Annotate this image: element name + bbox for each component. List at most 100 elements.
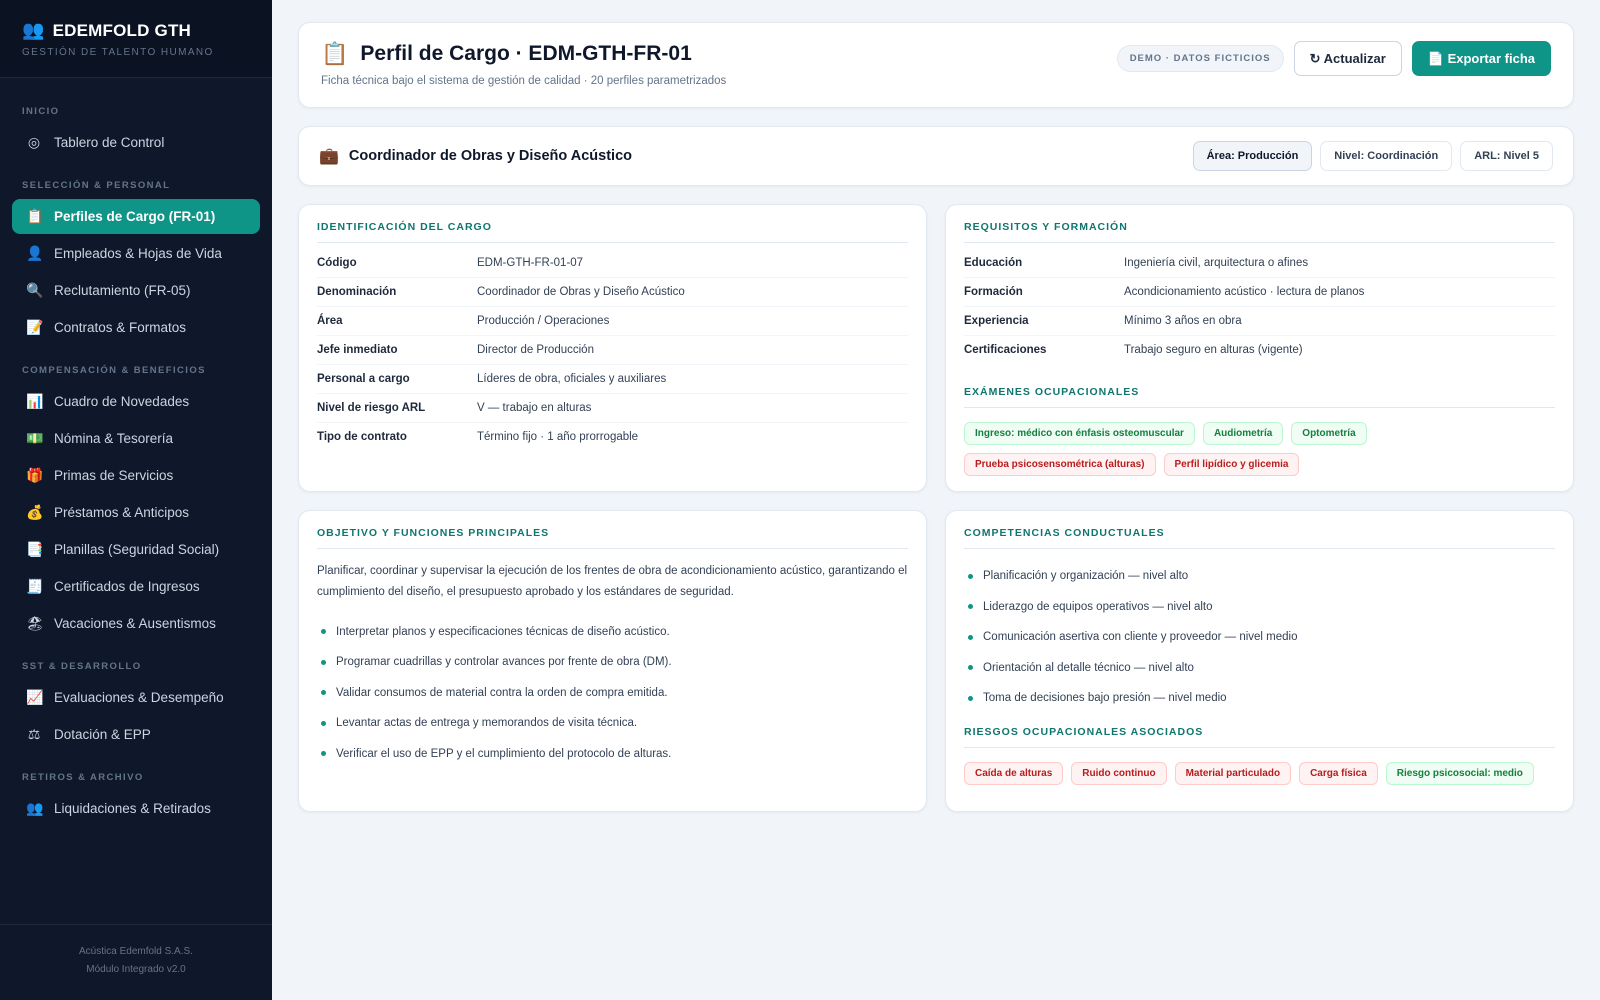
objetivo-panel: OBJETIVO Y FUNCIONES PRINCIPALES Planifi… — [298, 510, 927, 812]
nav-icon: 🎁 — [26, 467, 44, 483]
nav-icon: 📑 — [26, 541, 44, 557]
sidebar-footer: Acústica Edemfold S.A.S. Módulo Integrad… — [0, 924, 272, 1000]
field-label: Formación — [964, 286, 1023, 298]
field-label: Tipo de contrato — [317, 431, 407, 443]
sidebar-item-nomina-tesoreria[interactable]: 💵 Nómina & Tesorería — [12, 421, 260, 456]
level-chip[interactable]: Nivel: Coordinación — [1320, 141, 1453, 171]
nav-icon: 👤 — [26, 245, 44, 261]
field-label: Área — [317, 315, 343, 327]
field-label: Denominación — [317, 286, 397, 298]
objetivo-text: Planificar, coordinar y supervisar la ej… — [317, 565, 908, 598]
detail-grid: IDENTIFICACIÓN DEL CARGO Código EDM-GTH-F… — [298, 204, 1574, 812]
nav-icon: 📊 — [26, 393, 44, 409]
brand: 👥 EDEMFOLD GTH GESTIÓN DE TALENTO HUMANO — [0, 0, 272, 78]
list-item-text: Levantar actas de entrega y memorandos d… — [336, 717, 638, 730]
field-value: EDM-GTH-FR-01-07 — [477, 257, 584, 269]
list-item-text: Comunicación asertiva con cliente y prov… — [983, 631, 1298, 644]
panel-heading: IDENTIFICACIÓN DEL CARGO — [317, 221, 908, 243]
people-icon: 👥 — [22, 20, 45, 40]
field-value: Ingeniería civil, arquitectura o afines — [1124, 257, 1309, 269]
sidebar-item-evaluaciones-desempeno[interactable]: 📈 Evaluaciones & Desempeño — [12, 680, 260, 715]
list-item-text: Programar cuadrillas y controlar avances… — [336, 656, 672, 669]
sidebar-item-label: Certificados de Ingresos — [54, 579, 200, 594]
sidebar-item-label: Primas de Servicios — [54, 468, 174, 483]
sidebar-item-label: Préstamos & Anticipos — [54, 505, 190, 520]
arl-chip[interactable]: ARL: Nivel 5 — [1460, 141, 1553, 171]
field-value: Mínimo 3 años en obra — [1124, 315, 1242, 327]
sidebar-item-dotacion-epp[interactable]: ⚖ Dotación & EPP — [12, 717, 260, 752]
field-row: Denominación Coordinador de Obras y Diseñ… — [317, 278, 908, 307]
sidebar-item-label: Dotación & EPP — [54, 727, 151, 742]
area-chip[interactable]: Área: Producción — [1192, 141, 1313, 171]
sidebar-item-reclutamiento-fr-05[interactable]: 🔍 Reclutamiento (FR-05) — [12, 273, 260, 308]
competencias-list: Planificación y organización — nivel alt… — [964, 561, 1555, 714]
field-label: Nivel de riesgo ARL — [317, 402, 426, 414]
brand-title: 👥 EDEMFOLD GTH — [22, 20, 250, 41]
sidebar-item-perfiles-de-cargo-fr-01[interactable]: 📋 Perfiles de Cargo (FR-01) — [12, 199, 260, 234]
role-chips: Área: Producción Nivel: Coordinación ARL… — [1192, 141, 1553, 171]
nav-section-label: RETIROS & ARCHIVO — [22, 772, 144, 783]
risk-tag: Ruido continuo — [1071, 761, 1167, 785]
nav-icon: 🔍 — [26, 282, 44, 298]
sidebar-item-empleados-hojas-de-vida[interactable]: 👤 Empleados & Hojas de Vida — [12, 236, 260, 271]
field-value: Director de Producción — [477, 344, 594, 356]
field-row: Experiencia Mínimo 3 años en obra — [964, 307, 1555, 336]
sidebar-item-vacaciones-ausentismos[interactable]: 🏖 Vacaciones & Ausentismos — [12, 606, 260, 641]
sidebar-item-label: Planillas (Seguridad Social) — [54, 542, 220, 557]
field-value: Acondicionamiento acústico · lectura de … — [1124, 286, 1365, 298]
sidebar-item-contratos-formatos[interactable]: 📝 Contratos & Formatos — [12, 310, 260, 345]
sidebar: 👥 EDEMFOLD GTH GESTIÓN DE TALENTO HUMANO… — [0, 0, 272, 1000]
sidebar-item-certificados-de-ingresos[interactable]: 🧾 Certificados de Ingresos — [12, 569, 260, 604]
field-row: Nivel de riesgo ARL V — trabajo en altura… — [317, 394, 908, 423]
field-label: Educación — [964, 257, 1023, 269]
field-row: Formación Acondicionamiento acústico · le… — [964, 278, 1555, 307]
bullet-icon — [321, 720, 326, 726]
role-title: 💼 Coordinador de Obras y Diseño Acústico — [319, 146, 632, 166]
sidebar-item-liquidaciones-retirados[interactable]: 👥 Liquidaciones & Retirados — [12, 791, 260, 826]
list-item: Toma de decisiones bajo presión — nivel … — [964, 683, 1555, 714]
sidebar-item-primas-de-servicios[interactable]: 🎁 Primas de Servicios — [12, 458, 260, 493]
sidebar-item-planillas-seguridad-social[interactable]: 📑 Planillas (Seguridad Social) — [12, 532, 260, 567]
sidebar-item-label: Evaluaciones & Desempeño — [54, 690, 224, 705]
field-row: Código EDM-GTH-FR-01-07 — [317, 249, 908, 278]
bullet-icon — [321, 629, 326, 635]
list-item: Programar cuadrillas y controlar avances… — [317, 647, 908, 678]
bullet-icon — [968, 695, 973, 701]
nav-section-label: SST & DESARROLLO — [22, 661, 142, 672]
field-label: Código — [317, 257, 357, 269]
competencias-panel: COMPETENCIAS CONDUCTUALES Planificación … — [945, 510, 1574, 812]
sidebar-item-label: Tablero de Control — [54, 135, 165, 150]
bullet-icon — [321, 659, 326, 665]
risks-heading: RIESGOS OCUPACIONALES ASOCIADOS — [964, 726, 1555, 748]
export-button[interactable]: 📄 Exportar ficha — [1411, 41, 1551, 76]
nav-icon: 👥 — [26, 800, 44, 816]
risk-tag: Caída de alturas — [964, 761, 1064, 785]
nav-icon: 💰 — [26, 504, 44, 520]
sidebar-item-label: Liquidaciones & Retirados — [54, 801, 211, 816]
sidebar-item-cuadro-de-novedades[interactable]: 📊 Cuadro de Novedades — [12, 384, 260, 419]
sidebar-item-prestamos-anticipos[interactable]: 💰 Préstamos & Anticipos — [12, 495, 260, 530]
exam-tag: Optometría — [1291, 422, 1367, 445]
page-title-text: Perfil de Cargo · EDM-GTH-FR-01 — [360, 42, 692, 65]
panel-heading: COMPETENCIAS CONDUCTUALES — [964, 527, 1555, 549]
sidebar-item-label: Contratos & Formatos — [54, 320, 187, 335]
briefcase-icon: 💼 — [319, 148, 339, 165]
footer-company: Acústica Edemfold S.A.S. — [79, 946, 193, 957]
requisitos-list: Educación Ingeniería civil, arquitectura … — [964, 249, 1555, 364]
nav-section-label: COMPENSACIÓN & BENEFICIOS — [22, 365, 206, 376]
field-row: Personal a cargo Líderes de obra, oficial… — [317, 365, 908, 394]
field-label: Experiencia — [964, 315, 1029, 327]
exam-tag: Prueba psicosensométrica (alturas) — [964, 453, 1156, 476]
nav-icon: 💵 — [26, 430, 44, 446]
refresh-button[interactable]: ↻ Actualizar — [1293, 41, 1402, 76]
risk-tag: Riesgo psicosocial: medio — [1385, 761, 1534, 785]
identificacion-panel: IDENTIFICACIÓN DEL CARGO Código EDM-GTH-F… — [298, 204, 927, 492]
sidebar-item-tablero-de-control[interactable]: ◎ Tablero de Control — [12, 125, 260, 160]
nav-icon: 📝 — [26, 319, 44, 335]
list-item: Comunicación asertiva con cliente y prov… — [964, 622, 1555, 653]
field-row: Área Producción / Operaciones — [317, 307, 908, 336]
sidebar-item-label: Nómina & Tesorería — [54, 431, 174, 446]
field-value: Término fijo · 1 año prorrogable — [477, 431, 639, 443]
risks-tags: Caída de alturas Ruido continuo Material p… — [964, 761, 1555, 785]
bullet-icon — [968, 573, 973, 579]
